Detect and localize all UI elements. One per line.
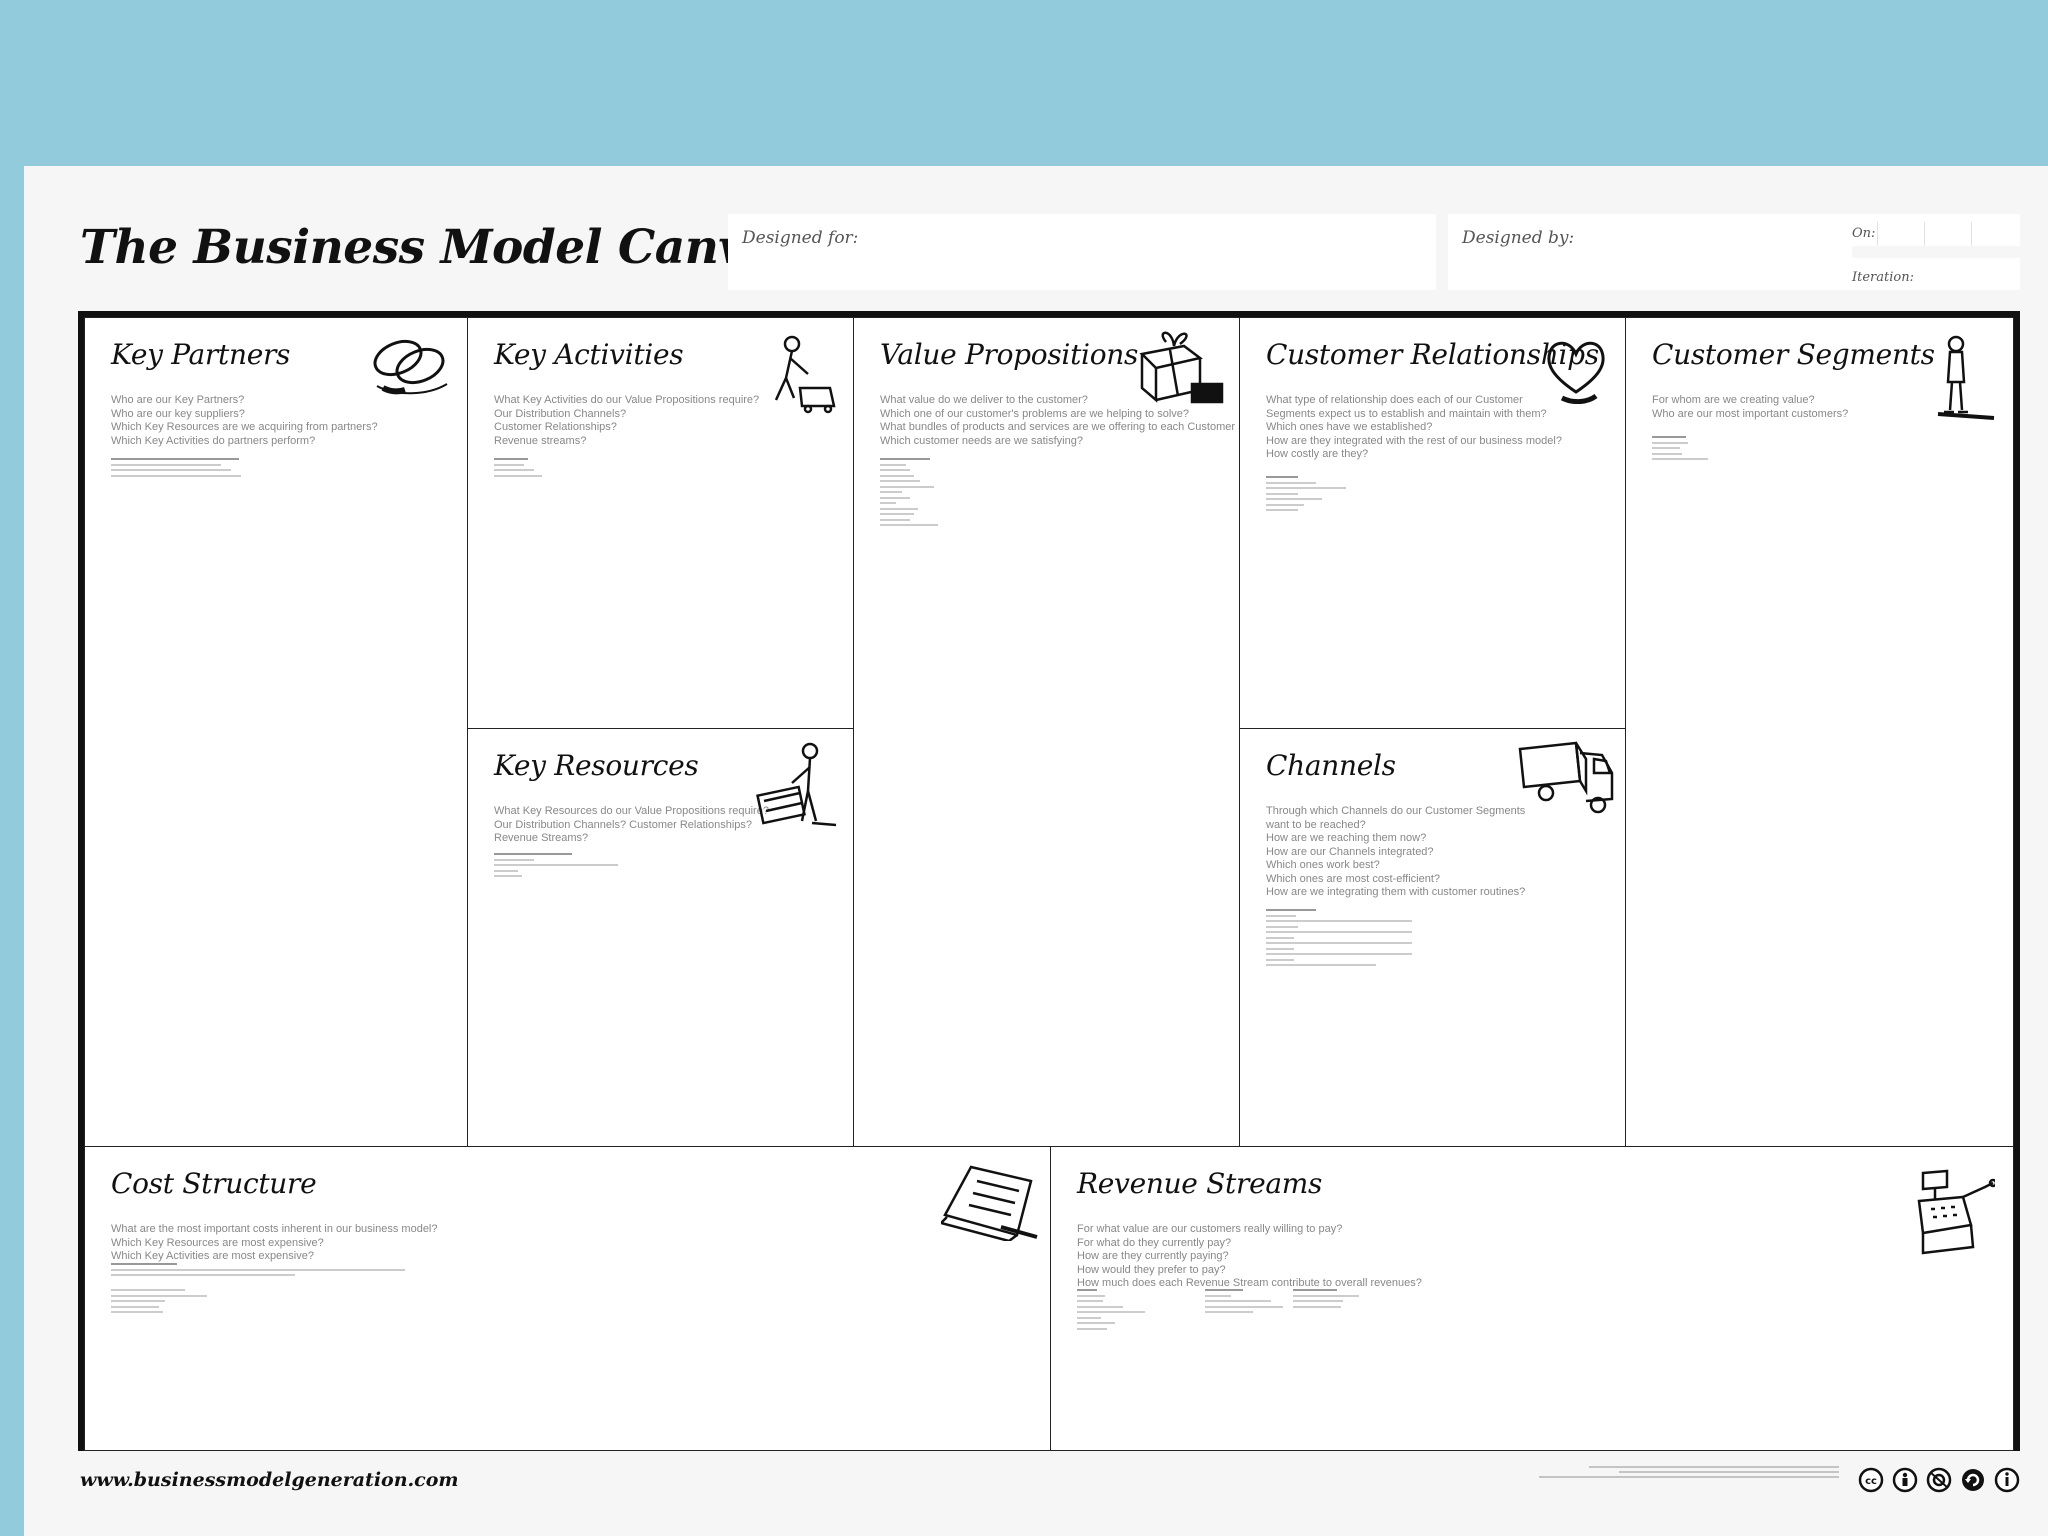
fine-print-col1 — [1077, 1289, 1145, 1333]
block-questions: Through which Channels do our Customer S… — [1266, 805, 1526, 898]
designed-by-label: Designed by: — [1462, 228, 1575, 248]
block-title: Channels — [1266, 749, 1396, 782]
block-channels[interactable]: Channels Through which Channels do our C… — [1239, 728, 1628, 1149]
block-questions: What Key Activities do our Value Proposi… — [494, 394, 760, 447]
fine-print — [1266, 909, 1412, 970]
fine-print-col2 — [1205, 1289, 1283, 1317]
block-key-resources[interactable]: Key Resources What Key Resources do our … — [467, 728, 856, 1149]
date-label: On: — [1852, 226, 1876, 241]
nc-icon[interactable] — [1926, 1467, 1952, 1493]
block-customer-segments[interactable]: Customer Segments For whom are we creati… — [1625, 317, 2014, 1149]
fine-print — [111, 458, 241, 480]
fine-print — [494, 853, 618, 881]
block-title: Key Partners — [111, 338, 291, 371]
block-title: Customer Segments — [1652, 338, 1935, 371]
standing-person-icon — [1934, 334, 1998, 420]
block-value-propositions[interactable]: Value Propositions What value do we deli… — [853, 317, 1242, 1149]
block-questions: What type of relationship does each of o… — [1266, 394, 1562, 460]
designed-by-field[interactable]: Designed by: — [1448, 214, 1852, 290]
fine-print — [111, 1263, 405, 1317]
canvas-sheet: The Business Model Canvas Designed for: … — [24, 166, 2048, 1536]
fine-print — [880, 458, 938, 530]
fine-print-col3 — [1293, 1289, 1359, 1311]
block-questions: For what value are our customers really … — [1077, 1223, 1422, 1289]
block-questions: For whom are we creating value? Who are … — [1652, 394, 1849, 420]
iteration-field[interactable]: Iteration: — [1842, 258, 2020, 290]
date-field[interactable]: On: — [1842, 214, 2020, 246]
worker-with-crate-icon — [756, 741, 840, 833]
block-key-activities[interactable]: Key Activities What Key Activities do ou… — [467, 317, 856, 731]
block-title: Key Resources — [494, 749, 699, 782]
cc-icon[interactable]: cc — [1858, 1467, 1884, 1493]
designed-for-field[interactable]: Designed for: — [728, 214, 1436, 290]
delivery-truck-icon — [1516, 739, 1616, 819]
page-title: The Business Model Canvas — [80, 220, 802, 275]
heart-icon — [1544, 336, 1608, 404]
block-title: Cost Structure — [111, 1167, 317, 1200]
block-key-partners[interactable]: Key Partners Who are our Key Partners? W… — [84, 317, 470, 1149]
info-icon[interactable] — [1994, 1467, 2020, 1493]
fine-print — [1266, 476, 1346, 515]
block-revenue-streams[interactable]: Revenue Streams For what value are our c… — [1050, 1146, 2014, 1451]
block-questions: Who are our Key Partners? Who are our ke… — [111, 394, 378, 447]
website-link[interactable]: www.businessmodelgeneration.com — [80, 1469, 459, 1491]
designed-for-label: Designed for: — [742, 228, 859, 248]
block-title: Revenue Streams — [1077, 1167, 1323, 1200]
block-questions: What Key Resources do our Value Proposit… — [494, 805, 769, 844]
price-tag-icon — [941, 1161, 1041, 1241]
fine-print — [1652, 436, 1708, 464]
cash-register-icon — [1913, 1163, 1995, 1263]
block-customer-relationships[interactable]: Customer Relationships What type of rela… — [1239, 317, 1628, 731]
worker-pushing-cart-icon — [764, 334, 838, 414]
iteration-label: Iteration: — [1852, 270, 1914, 285]
license-fine-print — [1539, 1466, 1839, 1481]
chain-link-icon — [365, 330, 459, 400]
gift-box-icon — [1136, 328, 1226, 408]
sa-icon[interactable] — [1960, 1467, 1986, 1493]
block-title: Value Propositions — [880, 338, 1139, 371]
svg-text:cc: cc — [1865, 1476, 1877, 1487]
canvas-grid: Key Partners Who are our Key Partners? W… — [78, 311, 2020, 1451]
license-icons: cc — [1858, 1467, 2020, 1493]
fine-print — [494, 458, 542, 480]
by-icon[interactable] — [1892, 1467, 1918, 1493]
date-segments — [1877, 222, 2012, 246]
block-questions: What are the most important costs inhere… — [111, 1223, 438, 1262]
block-title: Key Activities — [494, 338, 684, 371]
block-cost-structure[interactable]: Cost Structure What are the most importa… — [84, 1146, 1053, 1451]
